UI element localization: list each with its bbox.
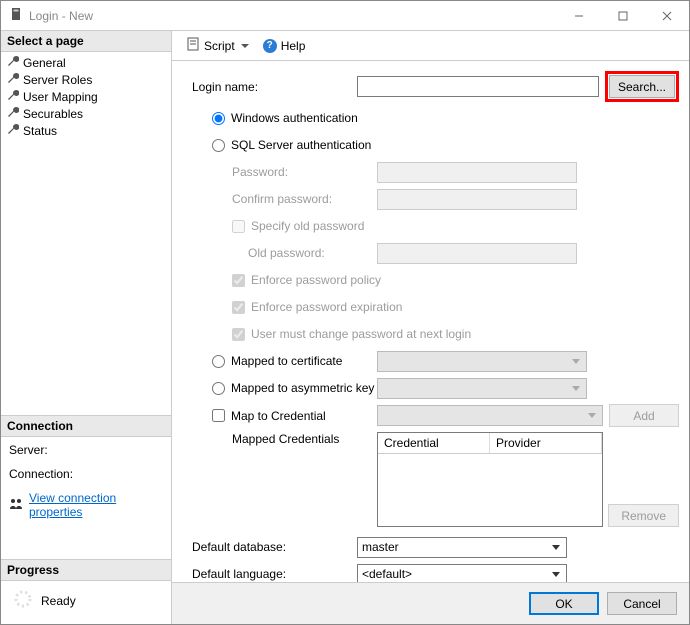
wrench-icon xyxy=(7,106,19,121)
windows-auth-radio[interactable]: Windows authentication xyxy=(212,111,358,125)
sidebar-item-label: Securables xyxy=(23,107,83,121)
sidebar-item-label: Status xyxy=(23,124,57,138)
column-provider: Provider xyxy=(490,433,602,453)
wrench-icon xyxy=(7,123,19,138)
sidebar-item-label: General xyxy=(23,56,66,70)
mapped-to-cert-radio[interactable]: Mapped to certificate xyxy=(212,354,377,368)
map-to-credential-checkbox[interactable]: Map to Credential xyxy=(212,409,377,423)
chevron-down-icon xyxy=(552,545,560,550)
spinner-icon xyxy=(13,589,33,612)
title-bar: Login - New xyxy=(1,1,689,31)
sidebar-item-general[interactable]: General xyxy=(5,54,167,71)
mapped-credentials-grid[interactable]: Credential Provider xyxy=(377,432,603,527)
cancel-button[interactable]: Cancel xyxy=(607,592,677,615)
credential-combo xyxy=(377,405,603,426)
enforce-expiration-checkbox: Enforce password expiration xyxy=(232,300,402,314)
chevron-down-icon xyxy=(572,359,580,364)
confirm-password-input xyxy=(377,189,577,210)
default-database-combo[interactable]: master xyxy=(357,537,567,558)
chevron-down-icon xyxy=(588,413,596,418)
default-database-label: Default database: xyxy=(192,540,357,554)
connection-header: Connection xyxy=(1,415,171,437)
ok-button[interactable]: OK xyxy=(529,592,599,615)
default-language-combo[interactable]: <default> xyxy=(357,564,567,583)
sidebar-item-label: Server Roles xyxy=(23,73,92,87)
maximize-button[interactable] xyxy=(601,1,645,31)
sidebar-item-status[interactable]: Status xyxy=(5,122,167,139)
enforce-policy-checkbox: Enforce password policy xyxy=(232,273,381,287)
sidebar-item-server-roles[interactable]: Server Roles xyxy=(5,71,167,88)
wrench-icon xyxy=(7,89,19,104)
sql-auth-radio[interactable]: SQL Server authentication xyxy=(212,138,371,152)
app-icon xyxy=(9,7,23,24)
login-name-label: Login name: xyxy=(192,80,357,94)
script-button[interactable]: Script xyxy=(182,35,253,56)
search-button[interactable]: Search... xyxy=(609,75,675,98)
search-highlight: Search... xyxy=(605,71,679,102)
asymmetric-key-combo xyxy=(377,378,587,399)
column-credential: Credential xyxy=(378,433,490,453)
chevron-down-icon xyxy=(241,44,249,48)
specify-old-password-checkbox: Specify old password xyxy=(232,219,364,233)
sidebar-item-securables[interactable]: Securables xyxy=(5,105,167,122)
select-page-header: Select a page xyxy=(1,31,171,52)
dialog-window: Login - New Select a page General Server… xyxy=(0,0,690,625)
view-connection-properties-link[interactable]: View connection properties xyxy=(29,491,165,519)
remove-button: Remove xyxy=(608,504,679,527)
wrench-icon xyxy=(7,72,19,87)
password-label: Password: xyxy=(232,165,377,179)
left-sidebar: Select a page General Server Roles User … xyxy=(1,31,171,624)
minimize-button[interactable] xyxy=(557,1,601,31)
chevron-down-icon xyxy=(572,386,580,391)
connection-label: Connection: xyxy=(9,467,165,481)
progress-status: Ready xyxy=(41,594,76,608)
password-input xyxy=(377,162,577,183)
help-icon: ? xyxy=(263,39,277,53)
default-language-label: Default language: xyxy=(192,567,357,581)
form-panel: Login name: Search... Windows authentica… xyxy=(172,61,689,582)
dialog-footer: OK Cancel xyxy=(172,582,689,624)
mapped-credentials-label: Mapped Credentials xyxy=(212,432,377,446)
must-change-checkbox: User must change password at next login xyxy=(232,327,471,341)
confirm-password-label: Confirm password: xyxy=(232,192,377,206)
script-label: Script xyxy=(204,39,235,53)
help-button[interactable]: ? Help xyxy=(259,37,310,55)
wrench-icon xyxy=(7,55,19,70)
script-icon xyxy=(186,37,200,54)
add-button: Add xyxy=(609,404,679,427)
certificate-combo xyxy=(377,351,587,372)
old-password-label: Old password: xyxy=(248,246,377,260)
help-label: Help xyxy=(281,39,306,53)
people-icon xyxy=(9,497,23,514)
toolbar: Script ? Help xyxy=(172,31,689,61)
mapped-to-asym-radio[interactable]: Mapped to asymmetric key xyxy=(212,381,377,395)
sidebar-item-user-mapping[interactable]: User Mapping xyxy=(5,88,167,105)
close-button[interactable] xyxy=(645,1,689,31)
old-password-input xyxy=(377,243,577,264)
login-name-input[interactable] xyxy=(357,76,599,97)
progress-header: Progress xyxy=(1,559,171,581)
chevron-down-icon xyxy=(552,572,560,577)
window-title: Login - New xyxy=(29,9,557,23)
sidebar-item-label: User Mapping xyxy=(23,90,98,104)
server-label: Server: xyxy=(9,443,165,457)
